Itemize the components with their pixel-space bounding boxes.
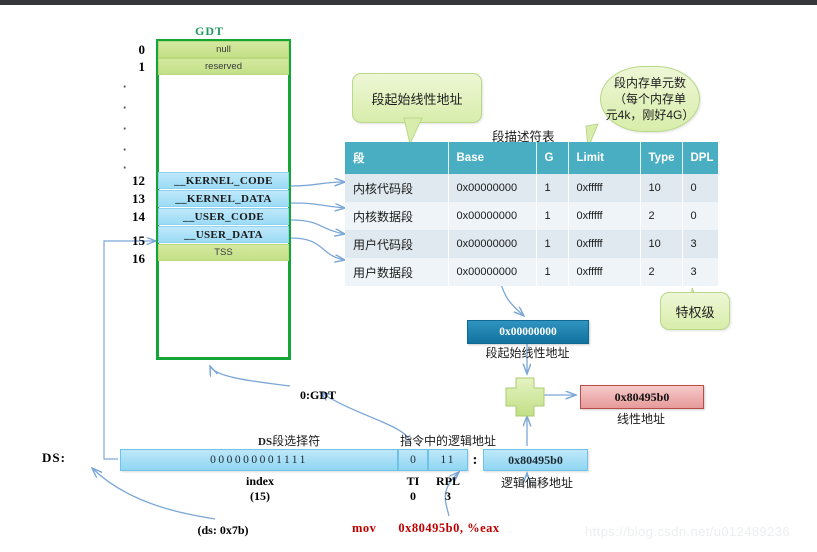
cell-g: 1 [536, 258, 569, 286]
cell-dpl: 0 [682, 202, 719, 230]
gdt-ellipsis-dot: · [122, 121, 128, 136]
caption-logical-address: 指令中的逻辑地址 [400, 434, 497, 448]
caption-ds-prefix: DS [258, 436, 273, 448]
cell-type: 10 [640, 174, 683, 202]
cell-base: 0x00000000 [448, 202, 537, 230]
instruction-operands: 0x80495b0, %eax [398, 521, 500, 535]
cell-segment: 内核数据段 [345, 202, 449, 230]
caption-logical-offset: 逻辑偏移地址 [500, 476, 573, 490]
cell-limit: 0xfffff [568, 230, 641, 258]
table-row[interactable]: 内核数据段 0x00000000 1 0xfffff 2 0 [345, 202, 719, 230]
cell-dpl: 3 [682, 258, 719, 286]
label-rpl: RPL [436, 474, 460, 488]
callout-segment-limit: 段内存单元数 （每个内存单 元4k，刚好4G） [600, 66, 700, 132]
descriptor-table: 段 Base G Limit Type DPL 内核代码段 0x00000000… [345, 142, 719, 286]
col-header-dpl: DPL [682, 142, 718, 174]
caption-ds-selector-text: 段选择符 [272, 434, 321, 448]
col-header-limit: Limit [568, 142, 641, 174]
cell-base: 0x00000000 [448, 258, 537, 286]
label-index: index [245, 474, 274, 488]
cell-segment: 用户代码段 [345, 230, 449, 258]
gdt-ellipsis-dot: · [122, 79, 128, 94]
gdt-entry-user-code[interactable]: __USER_CODE [158, 208, 289, 225]
cell-limit: 0xfffff [568, 202, 641, 230]
gdt-entry-reserved[interactable]: reserved [158, 58, 289, 75]
plus-icon [508, 378, 542, 412]
callout-limit-text: 段内存单元数 （每个内存单 元4k，刚好4G） [605, 76, 695, 122]
cell-segment: 内核代码段 [345, 174, 449, 202]
ds-register-label: DS: [42, 450, 66, 465]
gdt-index-15: 15 [132, 233, 145, 248]
cell-g: 1 [536, 202, 569, 230]
cell-type: 2 [640, 202, 683, 230]
gdt-ellipsis-dot: · [122, 100, 128, 115]
cell-g: 1 [536, 174, 569, 202]
callout-base-text: 段起始线性地址 [371, 91, 463, 107]
caption-ds-selector: DS段选择符 [258, 432, 320, 449]
label-rpl-value: 3 [445, 489, 451, 503]
assembly-instruction: mov 0x80495b0, %eax [352, 521, 500, 536]
label-index-value: (15) [250, 489, 270, 503]
cell-limit: 0xfffff [568, 258, 641, 286]
table-row[interactable]: 内核代码段 0x00000000 1 0xfffff 10 0 [345, 174, 719, 202]
diagram-canvas: GDT null reserved __KERNEL_CODE __KERNEL… [0, 0, 817, 552]
cell-limit: 0xfffff [568, 174, 641, 202]
cell-g: 1 [536, 230, 569, 258]
gdt-index-14: 14 [132, 209, 145, 224]
gdt-ellipsis-dot: · [122, 160, 128, 175]
callout-dpl-text: 特权级 [675, 304, 715, 320]
instruction-opcode: mov [352, 521, 377, 535]
segment-base-caption: 段起始线性地址 [485, 346, 570, 360]
gdt-ellipsis-dot: · [122, 142, 128, 157]
watermark: https://blog.csdn.net/u012489236 [585, 524, 791, 539]
gdt-index-13: 13 [132, 191, 145, 206]
cell-type: 2 [640, 258, 683, 286]
selector-index-field[interactable]: 000000001111 [120, 449, 398, 471]
col-header-segment: 段 [345, 142, 449, 174]
gdt-index-12: 12 [132, 173, 145, 188]
cell-segment: 用户数据段 [345, 258, 449, 286]
selector-ti-field[interactable]: 0 [398, 449, 428, 471]
cell-dpl: 3 [682, 230, 719, 258]
table-header-row: 段 Base G Limit Type DPL [345, 142, 718, 174]
gdt-index-1: 1 [138, 59, 146, 74]
segment-base-value-box: 0x00000000 [467, 320, 589, 344]
note-ti-gdt: 0:GDT [300, 388, 336, 402]
linear-address-caption: 线性地址 [616, 412, 665, 426]
gdt-index-0: 0 [138, 42, 146, 57]
selector-rpl-field[interactable]: 11 [428, 449, 468, 471]
label-ti: TI [406, 474, 420, 488]
col-header-g: G [536, 142, 569, 174]
gdt-title: GDT [195, 24, 225, 38]
col-header-type: Type [640, 142, 683, 174]
cell-base: 0x00000000 [448, 174, 537, 202]
linear-address-box: 0x80495b0 [580, 385, 704, 409]
note-ds-value: (ds: 0x7b) [197, 523, 249, 537]
label-ti-value: 0 [410, 489, 416, 503]
cell-base: 0x00000000 [448, 230, 537, 258]
callout-segment-base: 段起始线性地址 [352, 73, 482, 123]
top-dark-bar [0, 0, 817, 5]
selector-offset-separator: : [472, 451, 478, 468]
callout-dpl: 特权级 [660, 292, 730, 330]
gdt-index-16: 16 [132, 251, 145, 266]
table-row[interactable]: 用户数据段 0x00000000 1 0xfffff 2 3 [345, 258, 719, 286]
table-row[interactable]: 用户代码段 0x00000000 1 0xfffff 10 3 [345, 230, 719, 258]
gdt-entry-kernel-data[interactable]: __KERNEL_DATA [158, 190, 289, 207]
gdt-entry-user-data[interactable]: __USER_DATA [158, 226, 289, 243]
gdt-entry-tss[interactable]: TSS [158, 244, 289, 261]
gdt-entry-null[interactable]: null [158, 41, 289, 58]
logical-offset-box[interactable]: 0x80495b0 [483, 449, 588, 471]
cell-type: 10 [640, 230, 683, 258]
gdt-entry-kernel-code[interactable]: __KERNEL_CODE [158, 172, 289, 189]
cell-dpl: 0 [682, 174, 719, 202]
col-header-base: Base [448, 142, 537, 174]
